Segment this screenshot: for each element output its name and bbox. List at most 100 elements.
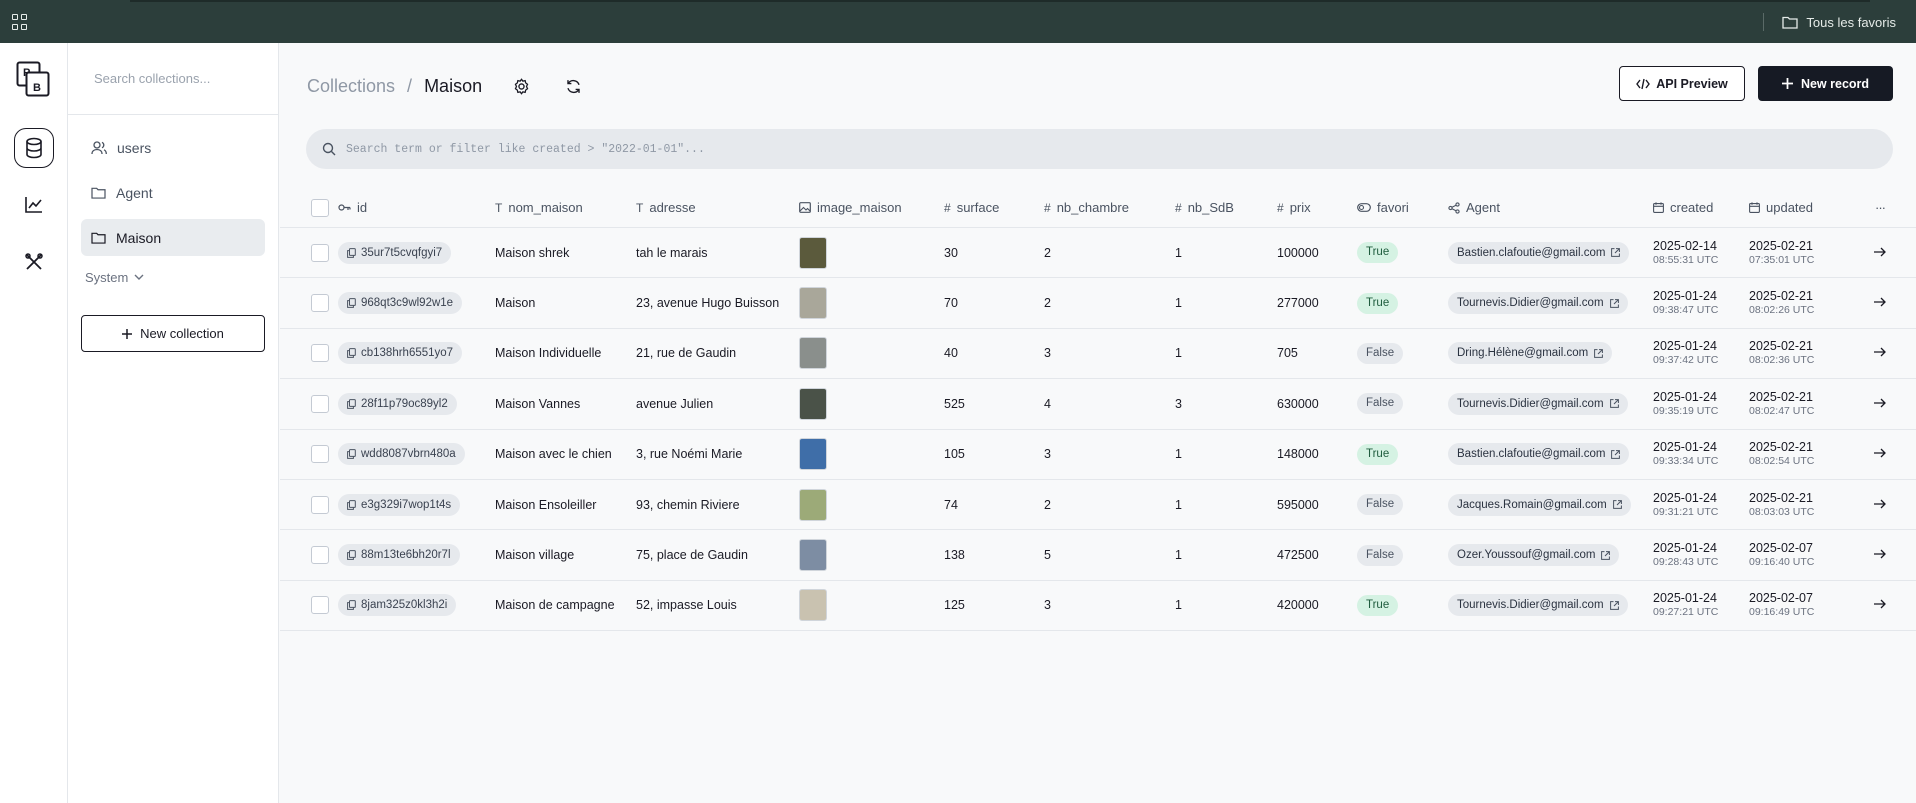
column-header-nb-sdb[interactable]: # nb_SdB [1175, 200, 1277, 215]
table-row[interactable]: 28f11p79oc89yl2 Maison Vannes avenue Julie… [280, 379, 1916, 430]
external-link-icon [1601, 550, 1611, 560]
agent-relation-link[interactable]: Tournevis.Didier@gmail.com [1448, 594, 1628, 617]
browser-bar: Tous les favoris [0, 0, 1916, 43]
open-record-button[interactable] [1874, 397, 1886, 411]
columns-menu-button[interactable]: ··· [1860, 200, 1900, 215]
open-record-button[interactable] [1874, 447, 1886, 461]
record-id-copy[interactable]: wdd8087vbrn480a [338, 443, 465, 466]
agent-relation-link[interactable]: Bastien.clafoutie@gmail.com [1448, 241, 1630, 264]
agent-relation-link[interactable]: Bastien.clafoutie@gmail.com [1448, 443, 1630, 466]
record-id-copy[interactable]: 968qt3c9wl92w1e [338, 292, 463, 315]
house-thumbnail[interactable] [799, 438, 827, 471]
collection-settings-button[interactable] [508, 73, 534, 99]
house-thumbnail[interactable] [799, 236, 827, 269]
collections-sidebar: users Agent Maison System New collection [68, 43, 279, 803]
house-thumbnail[interactable] [799, 387, 827, 420]
table-row[interactable]: 88m13te6bh20r7l Maison village 75, place d… [280, 530, 1916, 581]
agent-relation-link[interactable]: Tournevis.Didier@gmail.com [1448, 392, 1628, 415]
record-id-copy[interactable]: 28f11p79oc89yl2 [338, 392, 457, 415]
house-thumbnail[interactable] [799, 539, 827, 572]
table-row[interactable]: cb138hrh6551yo7 Maison Individuelle 21, ru… [280, 329, 1916, 380]
column-header-id[interactable]: id [338, 200, 495, 215]
open-record-button[interactable] [1874, 598, 1886, 612]
table-row[interactable]: 35ur7t5cvqfgyi7 Maison shrek tah le marais… [280, 228, 1916, 279]
system-toggle[interactable]: System [68, 270, 278, 285]
select-all-checkbox[interactable] [311, 198, 329, 217]
agent-relation-link[interactable]: Tournevis.Didier@gmail.com [1448, 292, 1628, 315]
external-link-icon [1611, 449, 1621, 459]
row-checkbox[interactable] [311, 445, 329, 464]
record-id-copy[interactable]: e3g329i7wop1t4s [338, 493, 461, 516]
new-collection-button[interactable]: New collection [81, 315, 265, 352]
favorites-label: Tous les favoris [1806, 14, 1896, 30]
logs-nav-button[interactable] [14, 185, 54, 225]
house-thumbnail[interactable] [799, 287, 827, 320]
column-header-surface[interactable]: # surface [944, 200, 1044, 215]
row-checkbox[interactable] [311, 294, 329, 313]
row-checkbox[interactable] [311, 596, 329, 615]
external-link-icon [1611, 248, 1621, 258]
open-record-button[interactable] [1874, 548, 1886, 562]
new-record-button[interactable]: New record [1758, 66, 1893, 101]
open-record-button[interactable] [1874, 246, 1886, 260]
breadcrumb-collections[interactable]: Collections [307, 76, 395, 97]
column-header-agent[interactable]: Agent [1448, 200, 1653, 215]
bar-accent [130, 0, 1870, 2]
table-row[interactable]: e3g329i7wop1t4s Maison Ensoleiller 93, che… [280, 480, 1916, 531]
sidebar-item-maison[interactable]: Maison [81, 219, 265, 256]
column-header-nom-maison[interactable]: T nom_maison [495, 200, 636, 215]
column-header-favori[interactable]: favori [1357, 200, 1448, 215]
records-filter-input[interactable] [346, 142, 1846, 156]
house-thumbnail[interactable] [799, 488, 827, 521]
column-header-image-maison[interactable]: image_maison [799, 200, 944, 215]
arrow-right-icon [1874, 549, 1886, 559]
row-checkbox[interactable] [311, 546, 329, 565]
house-thumbnail[interactable] [799, 337, 827, 370]
row-checkbox[interactable] [311, 394, 329, 413]
table-row[interactable]: 968qt3c9wl92w1e Maison 23, avenue Hugo Bui… [280, 278, 1916, 329]
column-header-updated[interactable]: updated [1749, 200, 1860, 215]
cell-surface: 525 [944, 396, 965, 411]
image-icon [799, 202, 811, 213]
sidebar-item-agent[interactable]: Agent [81, 174, 265, 211]
text-type-icon: T [636, 200, 644, 215]
record-id-copy[interactable]: 8jam325z0kl3h2i [338, 594, 457, 617]
record-id-copy[interactable]: 35ur7t5cvqfgyi7 [338, 241, 452, 264]
refresh-button[interactable] [560, 73, 586, 99]
collections-search-input[interactable] [94, 71, 252, 86]
open-record-button[interactable] [1874, 498, 1886, 512]
row-checkbox[interactable] [311, 344, 329, 363]
created-time: 09:31:21 UTC [1653, 505, 1719, 518]
agent-relation-link[interactable]: Dring.Hélène@gmail.com [1448, 342, 1613, 365]
settings-nav-button[interactable] [14, 242, 54, 282]
agent-relation-link[interactable]: Ozer.Youssouf@gmail.com [1448, 544, 1620, 567]
record-id-copy[interactable]: cb138hrh6551yo7 [338, 342, 463, 365]
column-header-created[interactable]: created [1653, 200, 1749, 215]
house-thumbnail[interactable] [799, 589, 827, 622]
open-record-button[interactable] [1874, 296, 1886, 310]
collections-nav-button[interactable] [14, 128, 54, 168]
agent-relation-link[interactable]: Jacques.Romain@gmail.com [1448, 493, 1631, 516]
updated-day: 2025-02-21 [1749, 490, 1813, 505]
system-label: System [85, 270, 129, 285]
table-row[interactable]: wdd8087vbrn480a Maison avec le chien 3, ru… [280, 430, 1916, 480]
open-record-button[interactable] [1874, 346, 1886, 360]
column-header-label: nb_chambre [1056, 200, 1129, 215]
table-row[interactable]: 8jam325z0kl3h2i Maison de campagne 52, imp… [280, 581, 1916, 632]
record-id-copy[interactable]: 88m13te6bh20r7l [338, 544, 460, 567]
column-header-prix[interactable]: # prix [1277, 200, 1357, 215]
api-preview-button[interactable]: API Preview [1619, 66, 1745, 101]
row-checkbox[interactable] [311, 495, 329, 514]
apps-grid-icon[interactable] [12, 14, 28, 30]
all-favorites-link[interactable]: Tous les favoris [1763, 13, 1896, 31]
favori-badge: False [1357, 393, 1404, 415]
row-checkbox[interactable] [311, 243, 329, 262]
cell-nb-chambre: 2 [1044, 296, 1051, 311]
column-header-nb-chambre[interactable]: # nb_chambre [1044, 200, 1175, 215]
sidebar-item-users[interactable]: users [81, 129, 265, 166]
column-header-adresse[interactable]: T adresse [636, 200, 799, 215]
cell-nb-sdb: 1 [1175, 598, 1182, 613]
text-type-icon: T [495, 200, 503, 215]
number-type-icon: # [944, 200, 951, 215]
pocketbase-logo[interactable]: P B [16, 61, 50, 97]
